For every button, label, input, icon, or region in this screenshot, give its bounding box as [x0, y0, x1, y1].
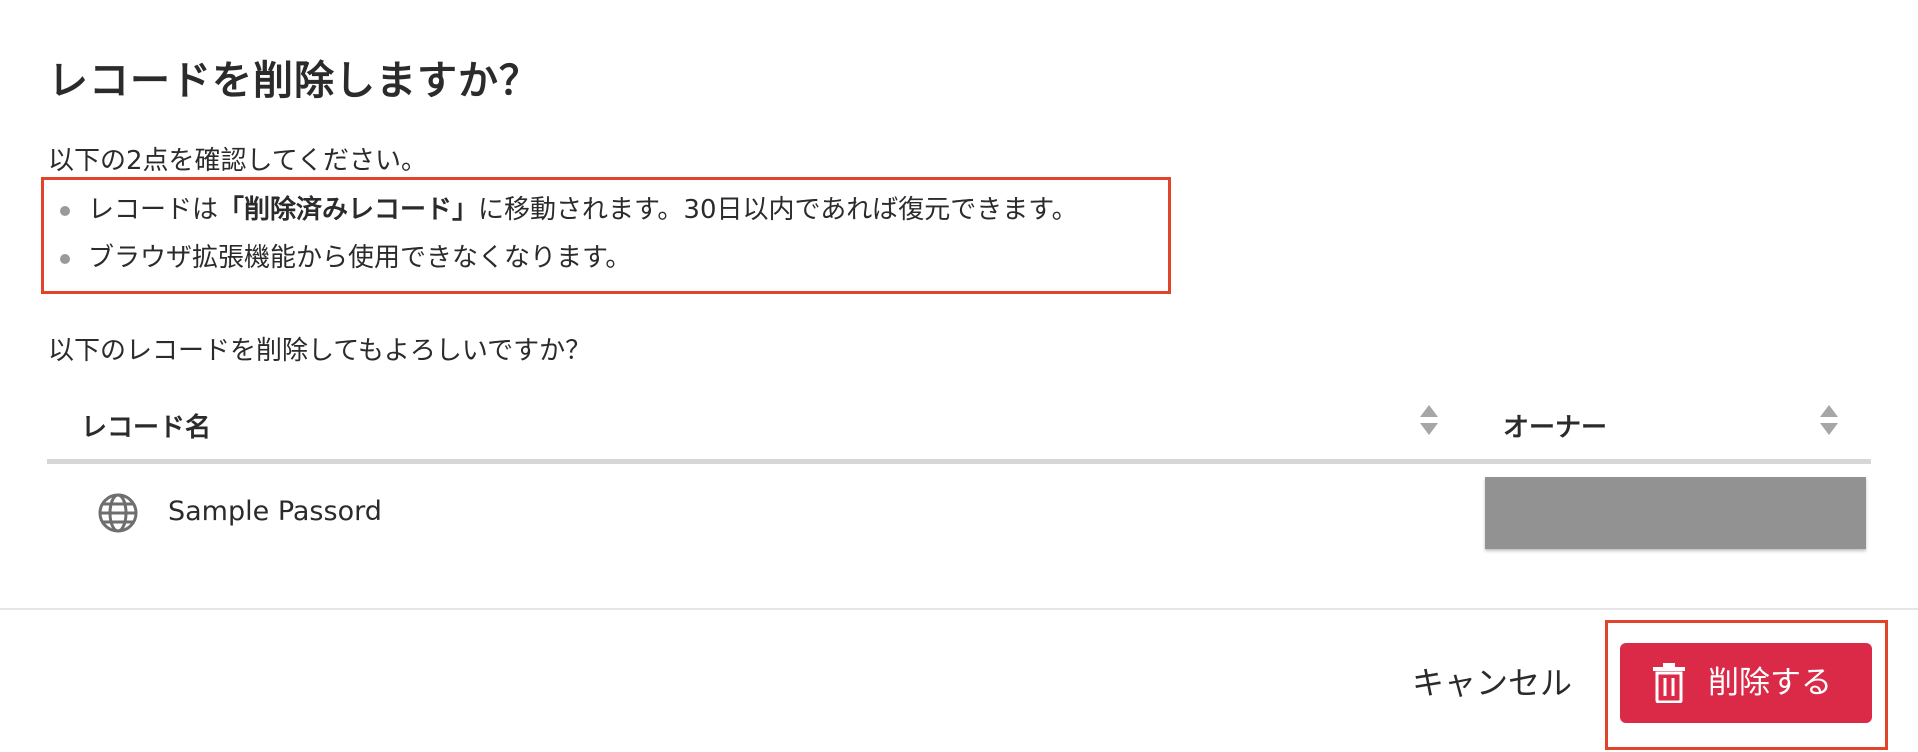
cancel-button[interactable]: キャンセル: [1400, 655, 1584, 711]
dialog-intro-text: 以下の2点を確認してください。: [48, 146, 427, 176]
owner-redacted-block: [1485, 477, 1866, 549]
column-header-record-name[interactable]: レコード名: [81, 407, 211, 444]
record-name: Sample Passord: [168, 496, 382, 527]
bullet-item: ブラウザ拡張機能から使用できなくなります。: [58, 238, 1078, 286]
bullet-text-prefix: レコードは: [88, 195, 219, 225]
bullet-dot-icon: [60, 254, 70, 264]
footer-divider: [0, 608, 1918, 610]
sort-icon[interactable]: [1418, 403, 1440, 437]
delete-button-label: 削除する: [1708, 665, 1832, 701]
table-row: Sample Passord: [47, 464, 1871, 564]
sort-icon[interactable]: [1818, 403, 1840, 437]
confirmation-bullet-list: レコードは「削除済みレコード」に移動されます。30日以内であれば復元できます。 …: [58, 190, 1078, 286]
bullet-text-suffix: に移動されます。30日以内であれば復元できます。: [478, 195, 1078, 225]
table-header: レコード名 オーナー: [47, 395, 1871, 464]
delete-record-dialog: レコードを削除しますか？ 以下の2点を確認してください。 レコードは「削除済みレ…: [0, 0, 1918, 752]
bullet-text-bold: 「削除済みレコード」: [218, 195, 479, 225]
bullet-dot-icon: [60, 206, 70, 216]
bullet-item: レコードは「削除済みレコード」に移動されます。30日以内であれば復元できます。: [58, 190, 1078, 238]
trash-icon: [1653, 663, 1685, 703]
bullet-text: ブラウザ拡張機能から使用できなくなります。: [88, 243, 632, 273]
confirmation-question: 以下のレコードを削除してもよろしいですか？: [48, 336, 592, 366]
globe-icon: [98, 493, 138, 533]
record-table: レコード名 オーナー Sample Passord: [47, 395, 1871, 564]
delete-button[interactable]: 削除する: [1620, 643, 1872, 723]
column-header-owner[interactable]: オーナー: [1503, 407, 1607, 444]
dialog-title: レコードを削除しますか？: [48, 58, 540, 104]
